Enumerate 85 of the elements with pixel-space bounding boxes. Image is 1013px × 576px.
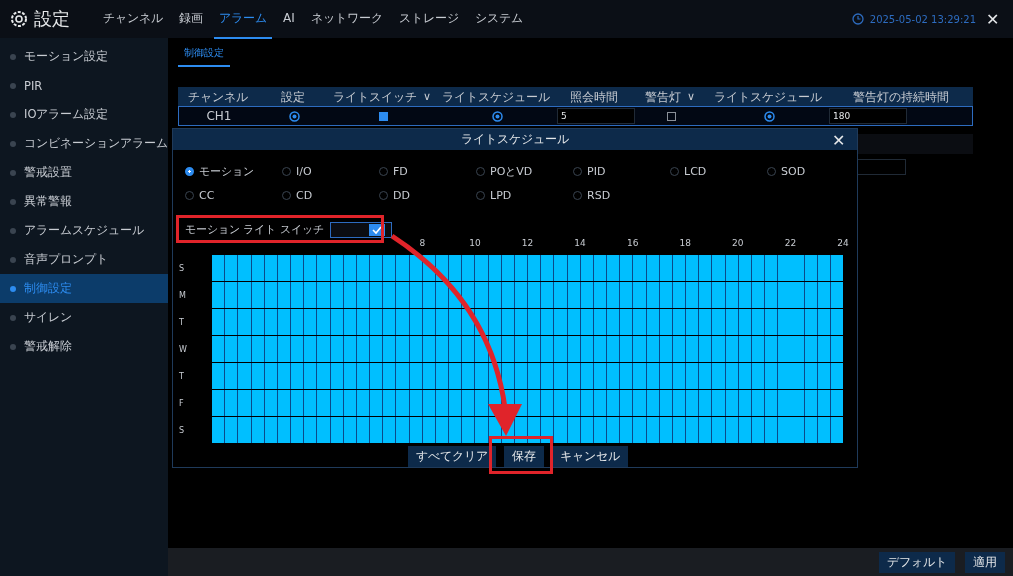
hour-label: 10 <box>469 237 481 248</box>
nav-tab[interactable]: システム <box>469 0 528 39</box>
target-icon[interactable] <box>288 110 300 122</box>
column-header: 警告灯 <box>644 88 681 105</box>
schedule-row[interactable] <box>212 336 843 362</box>
sidebar-item[interactable]: コンビネーションアラーム <box>0 129 168 158</box>
radio-option[interactable]: モーション <box>185 163 282 179</box>
radio-option[interactable]: FD <box>379 163 476 179</box>
nav-tab[interactable]: ネットワーク <box>305 0 388 39</box>
column-header: 設定 <box>281 88 305 105</box>
radio-option[interactable]: I/O <box>282 163 379 179</box>
radio-option[interactable]: CC <box>185 188 282 202</box>
sidebar-item[interactable]: アラームスケジュール <box>0 216 168 245</box>
day-label: T <box>179 317 185 327</box>
nav-tab[interactable]: ストレージ <box>393 0 464 39</box>
dialog-button[interactable]: すべてクリア <box>408 446 496 467</box>
table-row[interactable]: CH1 5 180 <box>178 106 973 126</box>
schedule-row[interactable] <box>212 255 843 281</box>
schedule-row[interactable] <box>212 282 843 308</box>
checkbox[interactable] <box>666 111 676 121</box>
sidebar-item[interactable]: 警戒設置 <box>0 158 168 187</box>
column-header: ライトスイッチ <box>332 88 417 105</box>
column-header: チャンネル <box>188 88 248 105</box>
radio-option[interactable]: RSD <box>573 188 670 202</box>
day-label: W <box>179 344 188 354</box>
schedule-row[interactable] <box>212 309 843 335</box>
radio-option[interactable]: LCD <box>670 163 767 179</box>
radio-option[interactable]: POとVD <box>476 163 573 179</box>
hour-label: 8 <box>419 237 426 248</box>
sidebar-item[interactable]: 異常警報 <box>0 187 168 216</box>
page-title: 設定 <box>34 7 70 31</box>
nav-tab[interactable]: 録画 <box>174 0 208 39</box>
radio-option[interactable]: SOD <box>767 163 864 179</box>
hour-label: 20 <box>732 237 744 248</box>
sidebar-item[interactable]: 音声プロンプト <box>0 245 168 274</box>
day-label: M <box>179 290 187 300</box>
sidebar-item[interactable]: IOアラーム設定 <box>0 100 168 129</box>
hour-label: 24 <box>837 237 849 248</box>
schedule-row[interactable] <box>212 363 843 389</box>
dialog-button[interactable]: 保存 <box>504 446 544 467</box>
schedule-row[interactable] <box>212 390 843 416</box>
hour-label: 12 <box>521 237 534 248</box>
target-icon[interactable] <box>763 110 775 122</box>
day-label: T <box>179 371 185 381</box>
switch-label: モーション ライト スイッチ <box>185 222 324 238</box>
day-label: S <box>179 425 186 435</box>
input-field[interactable]: 5 <box>557 108 635 124</box>
day-label: S <box>179 263 186 273</box>
radio-option[interactable]: CD <box>282 188 379 202</box>
settings-icon <box>10 10 28 28</box>
sidebar-item[interactable]: サイレン <box>0 303 168 332</box>
nav-tab[interactable]: アラーム <box>214 0 272 39</box>
toggle-switch[interactable] <box>330 221 392 238</box>
schedule-row[interactable] <box>212 417 843 443</box>
sub-tab[interactable]: 制御設定 <box>178 44 230 67</box>
column-header: 警告灯の持続時間 <box>852 88 949 105</box>
radio-option[interactable]: PID <box>573 163 670 179</box>
clock-icon <box>851 13 864 25</box>
column-header: 照会時間 <box>570 88 618 105</box>
dialog-title: ライトスケジュール <box>461 130 569 148</box>
footer-button[interactable]: デフォルト <box>879 551 955 573</box>
dialog-button[interactable]: キャンセル <box>552 446 628 467</box>
hour-label: 14 <box>574 237 586 248</box>
caret-icon[interactable]: ∨ <box>686 88 696 105</box>
input-field[interactable]: 180 <box>829 108 907 124</box>
day-label: F <box>179 398 185 408</box>
highlight-box <box>489 436 553 474</box>
sidebar-item[interactable]: 警戒解除 <box>0 332 168 361</box>
sidebar-item[interactable]: PIR <box>0 71 168 100</box>
nav-tab[interactable]: AI <box>278 1 300 37</box>
column-header: ライトスケジュール <box>714 88 822 105</box>
table-cell-text: CH1 <box>205 108 233 124</box>
column-header: ライトスケジュール <box>442 88 550 105</box>
hour-label: 18 <box>679 237 691 248</box>
caret-icon[interactable]: ∨ <box>422 88 432 105</box>
footer-button[interactable]: 適用 <box>965 551 1005 573</box>
nav-tab[interactable]: チャンネル <box>98 0 168 39</box>
hour-label: 22 <box>784 237 797 248</box>
date-time: 2025-05-02 13:29:21 <box>869 13 976 25</box>
radio-option[interactable]: DD <box>379 188 476 202</box>
hour-label: 16 <box>626 237 639 248</box>
checkbox[interactable] <box>378 111 388 121</box>
sidebar-item[interactable]: モーション設定 <box>0 42 168 71</box>
target-icon[interactable] <box>491 110 503 122</box>
radio-option[interactable]: LPD <box>476 188 573 202</box>
